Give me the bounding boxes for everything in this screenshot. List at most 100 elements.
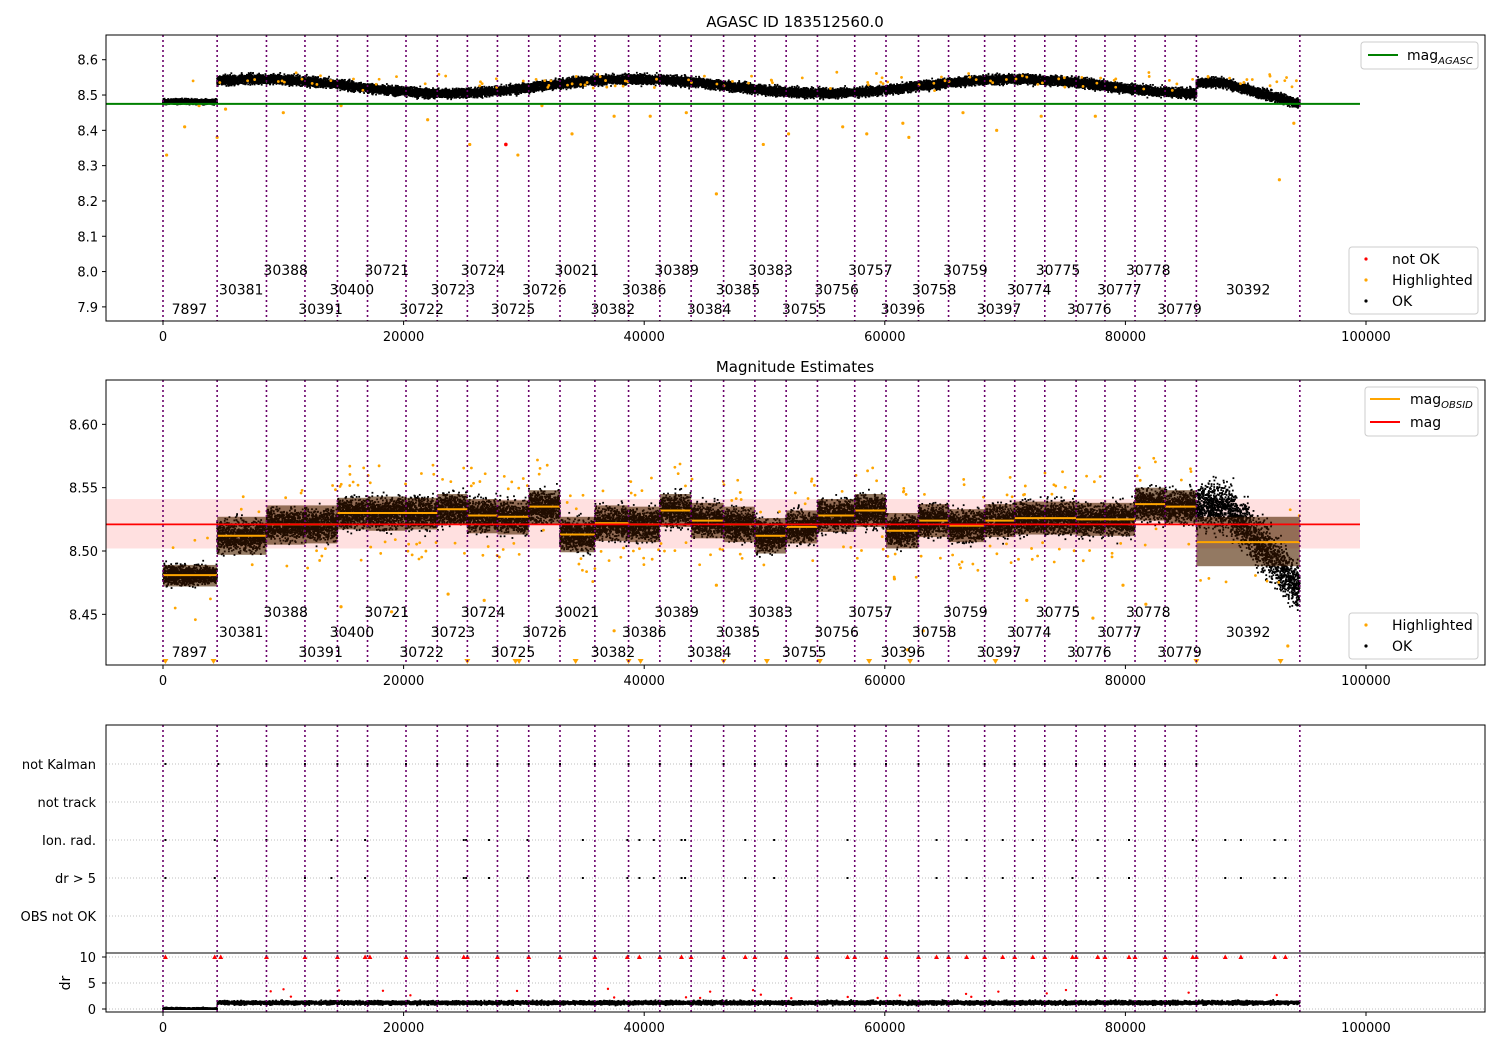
ok-point [339,83,342,86]
ok-point [294,77,297,80]
ok-point [307,84,310,86]
ok-point [358,87,361,89]
ok-point [291,80,294,83]
ok-point [296,79,299,82]
ok-point [242,77,244,80]
ok-point [263,82,266,84]
ok-point [326,84,329,87]
ok-point [172,98,175,101]
ok-point [223,78,225,81]
ok-point [259,82,262,84]
ok-point [181,100,184,102]
ok-point [333,83,336,86]
ok-point [348,88,351,91]
ok-point [283,73,286,76]
ok-point [296,82,299,85]
ok-point [288,77,291,79]
ok-point [249,71,252,74]
ok-point [228,76,230,79]
ok-point [274,75,277,78]
ok-point [288,83,290,86]
ok-point [241,75,244,78]
ok-point [306,86,308,88]
ok-point [341,79,344,81]
ok-point [185,101,188,104]
ok-point [351,80,354,83]
ok-point [356,85,359,87]
ok-point [219,76,222,79]
ok-point [233,74,236,77]
ok-point [318,81,321,84]
ok-point [323,83,325,86]
ok-point [297,75,299,78]
ok-point [247,83,250,86]
ok-point [246,74,249,76]
ok-point [344,88,347,90]
ok-point [244,78,247,81]
ok-point [279,77,282,79]
ok-point [325,82,328,85]
ok-point [167,101,170,103]
ok-point [267,81,270,84]
ok-point [231,82,234,85]
ok-point [345,81,348,83]
ok-point [393,88,396,90]
ok-point [270,73,272,76]
ok-point [300,82,303,85]
ok-point [206,99,209,101]
panel-agasc-magnitude: AGASC ID 183512560.0 7897303813038830391… [77,13,1486,345]
ok-point [346,86,349,89]
ok-point [316,81,319,84]
ok-point [320,82,323,85]
ok-point [347,81,350,84]
ok-point [394,89,397,92]
ok-point [371,93,374,96]
ok-point [223,82,226,85]
ok-point [256,81,259,84]
ok-point [249,83,252,86]
ok-point [365,84,367,86]
ok-point [290,74,293,77]
ok-point [325,87,327,90]
ok-point [402,86,405,89]
ok-point [352,86,354,89]
ok-point [292,82,295,84]
ok-point [342,81,345,83]
ok-point [267,79,270,81]
ok-point [373,91,375,94]
ok-point [289,80,292,82]
ok-point [231,77,234,80]
ok-point [359,91,362,94]
ok-point [251,72,254,75]
ok-point [180,98,183,100]
ok-point [344,78,346,81]
ok-point [270,80,273,83]
ok-point [231,74,234,77]
ok-point [282,75,285,78]
ok-point [336,86,339,89]
ok-point [248,81,251,84]
ok-point [357,82,360,85]
ok-point [325,80,328,83]
ok-point [250,75,253,78]
ok-point [309,78,312,80]
ok-point [210,99,213,102]
ok-point [285,80,288,83]
ok-point [347,90,349,93]
ok-point [258,78,261,81]
ok-point [237,82,240,85]
ok-point [327,80,330,83]
ok-point [234,79,237,82]
ok-point [225,82,228,85]
ok-point [298,75,301,78]
ok-point [392,94,395,97]
ok-point [387,94,389,96]
ok-point [260,74,263,77]
ok-point [354,87,357,90]
ok-point [253,82,256,85]
ok-point [250,77,253,80]
ok-point [311,75,314,78]
ok-point [278,74,281,76]
ok-point [315,77,318,80]
ok-point [353,83,356,86]
